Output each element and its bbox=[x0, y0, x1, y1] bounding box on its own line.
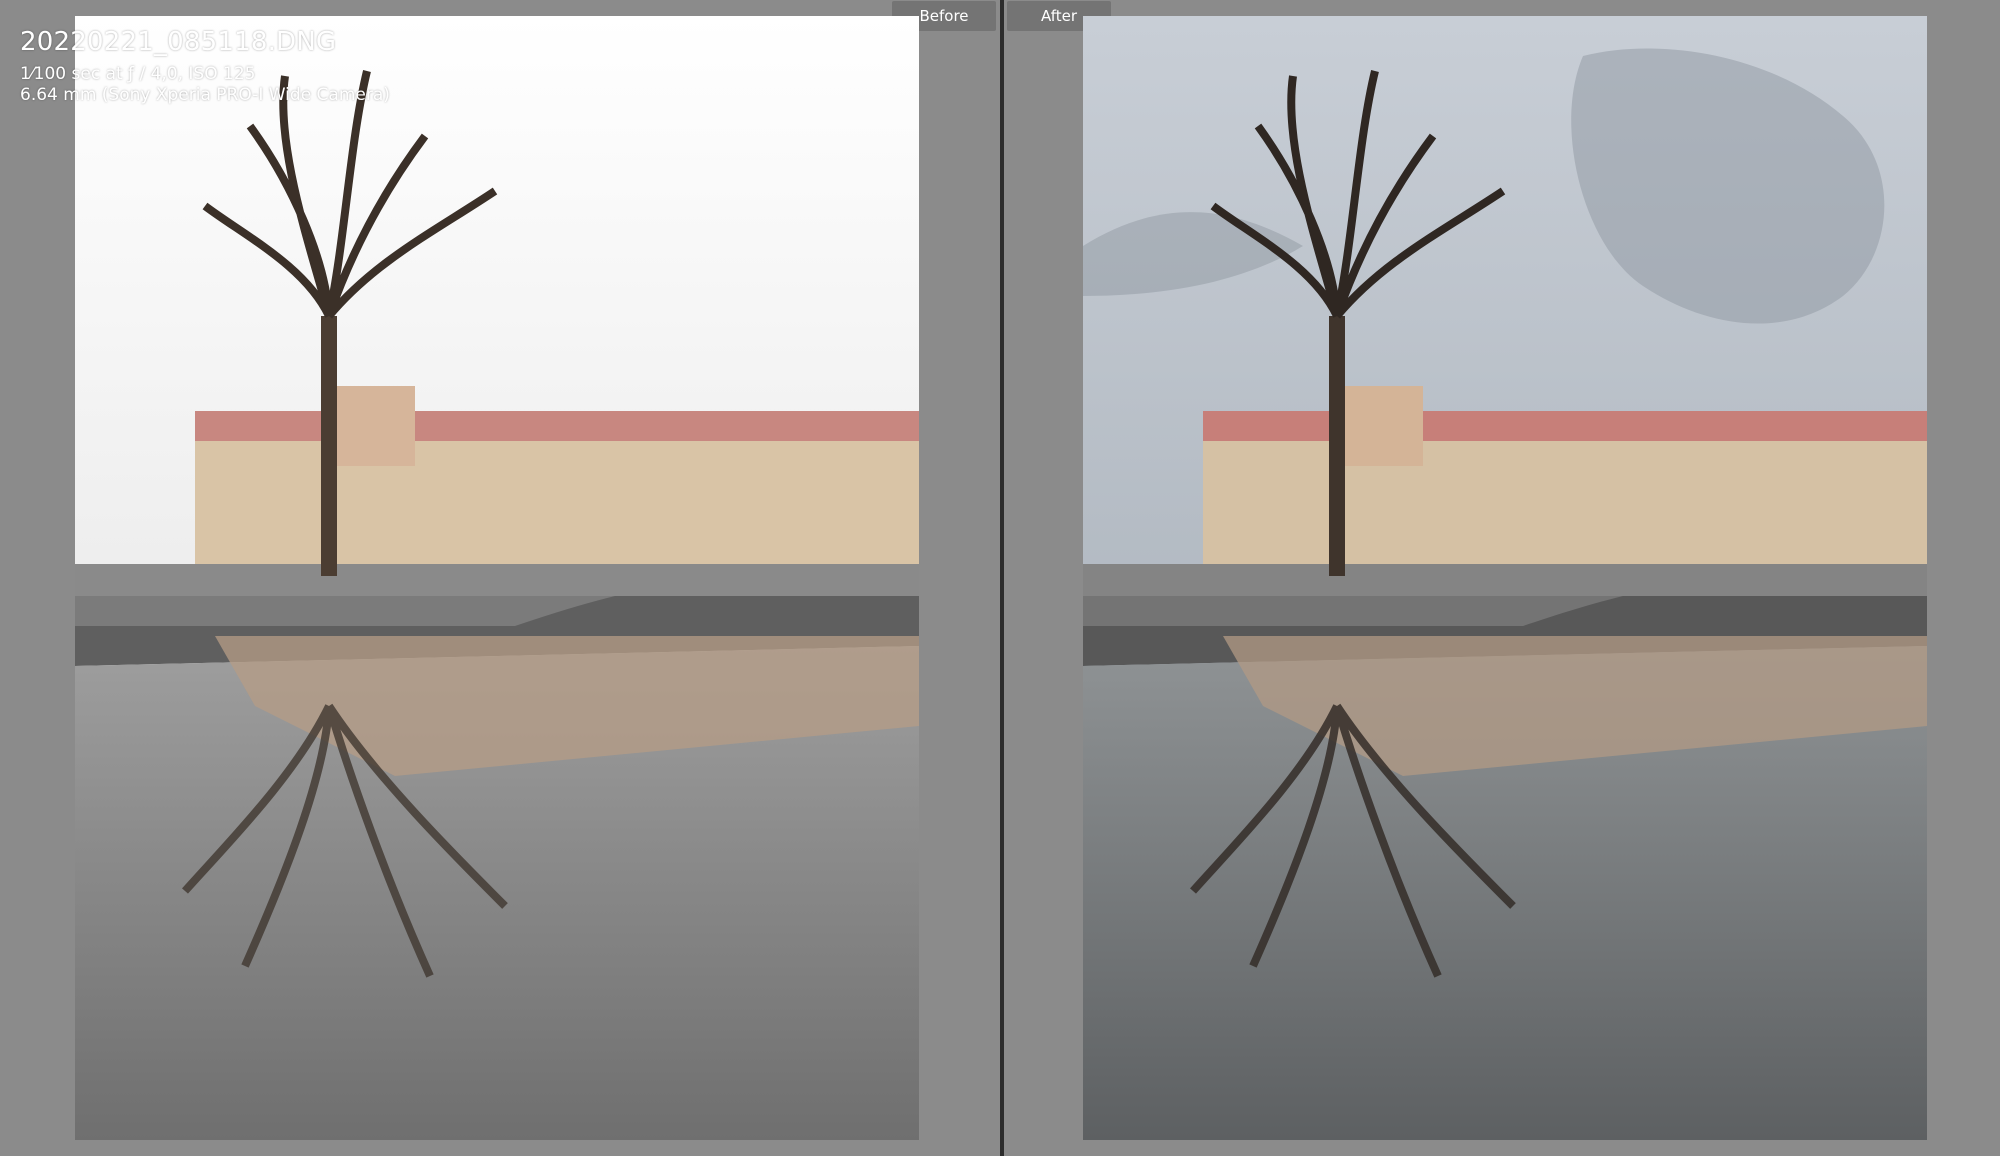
compare-view: Before After 20220221_085118.DNG 1⁄100 s… bbox=[0, 0, 2000, 1156]
after-photo-scene bbox=[1083, 16, 1927, 1140]
photo-exposure: 1⁄100 sec at ƒ / 4,0, ISO 125 bbox=[20, 63, 256, 84]
before-photo bbox=[75, 16, 919, 1140]
compare-divider[interactable] bbox=[1000, 0, 1004, 1156]
photo-info-overlay: 20220221_085118.DNG 1⁄100 sec at ƒ / 4,0… bbox=[20, 27, 390, 106]
photo-lens: 6.64 mm (Sony Xperia PRO-I Wide Camera) bbox=[20, 85, 390, 106]
photo-filename: 20220221_085118.DNG bbox=[20, 27, 337, 57]
after-photo bbox=[1083, 16, 1927, 1140]
before-photo-scene bbox=[75, 16, 919, 1140]
